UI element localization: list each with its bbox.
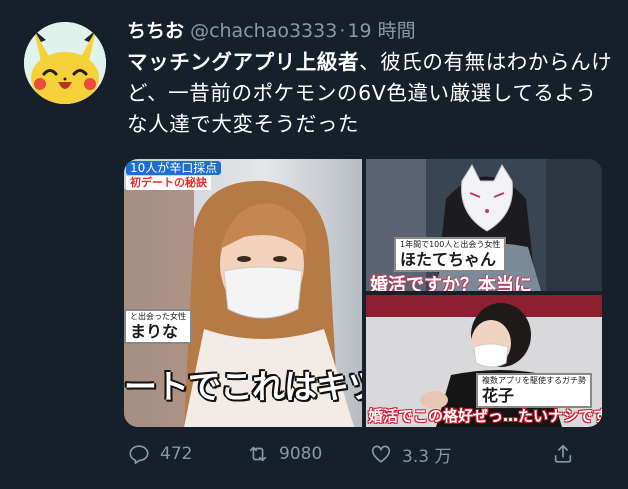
reply-icon xyxy=(129,445,149,464)
heart-icon xyxy=(371,445,391,463)
photo-top-right[interactable]: 1年間で100人と出会う女性 ほたてちゃん 婚活ですか？本当に xyxy=(366,159,602,291)
subtitle-caption: 婚活でこの格好ぜっ…たいナシです！ xyxy=(368,407,602,425)
photo-bottom-right[interactable]: 複数アプリを駆使するガチ勢 花子 婚活でこの格好ぜっ…たいナシです！ xyxy=(366,295,602,427)
name-tag-bottom-right: 複数アプリを駆使するガチ勢 花子 xyxy=(476,373,592,408)
show-tag-rest: が辛口採点 xyxy=(157,161,218,175)
reply-count: 472 xyxy=(160,444,193,464)
separator-dot: · xyxy=(339,20,346,42)
timestamp[interactable]: 19 時間 xyxy=(347,20,415,42)
media-grid: 10人が辛口採点 初デートの秘訣 と出会った女性 まりな ートでこれはキツい 1… xyxy=(124,159,602,427)
retweet-count: 9080 xyxy=(279,444,323,464)
name-tag-subtitle: 複数アプリを駆使するガチ勢 xyxy=(482,376,586,385)
user-handle[interactable]: @chachao3333 xyxy=(190,20,337,42)
name-tag-left: と出会った女性 まりな xyxy=(124,309,192,344)
show-tag: 10人が辛口採点 xyxy=(126,161,222,175)
retweet-button[interactable]: 9080 xyxy=(247,441,322,467)
like-button[interactable]: 3.3 万 xyxy=(370,441,451,467)
name-tag-name: 花子 xyxy=(482,386,515,405)
avatar[interactable] xyxy=(24,22,106,104)
name-tag-top-right: 1年間で100人と出会う女性 ほたてちゃん xyxy=(394,237,507,272)
tweet-text: マッチングアプリ上級者、彼氏の有無はわからんけど、一昔前のポケモンの6V色違い厳… xyxy=(127,47,615,140)
share-button[interactable] xyxy=(552,441,574,467)
tweet-text-highlight: マッチングアプリ上級者 xyxy=(127,50,360,74)
display-name[interactable]: ちちお xyxy=(127,20,184,42)
reply-button[interactable]: 472 xyxy=(128,441,192,467)
subtitle-caption: ートでこれはキツい xyxy=(124,367,362,406)
photo-left[interactable]: 10人が辛口採点 初デートの秘訣 と出会った女性 まりな ートでこれはキツい xyxy=(124,159,362,427)
name-tag-subtitle: と出会った女性 xyxy=(130,312,186,321)
name-tag-name: まりな xyxy=(130,322,179,341)
pikachu-avatar-icon xyxy=(24,22,106,104)
share-icon xyxy=(554,444,572,463)
action-bar: 472 9080 3.3 万 xyxy=(0,441,628,467)
like-count: 3.3 万 xyxy=(402,446,452,467)
name-tag-name: ほたてちゃん xyxy=(400,250,497,269)
retweet-icon xyxy=(249,446,267,462)
subtitle-caption: 婚活ですか？本当に xyxy=(370,275,532,291)
show-subtag: 初デートの秘訣 xyxy=(126,176,211,190)
show-tag-number: 10人 xyxy=(130,161,158,175)
tweet-header: ちちお @chachao3333 · 19 時間 xyxy=(127,18,416,44)
name-tag-subtitle: 1年間で100人と出会う女性 xyxy=(400,240,501,249)
